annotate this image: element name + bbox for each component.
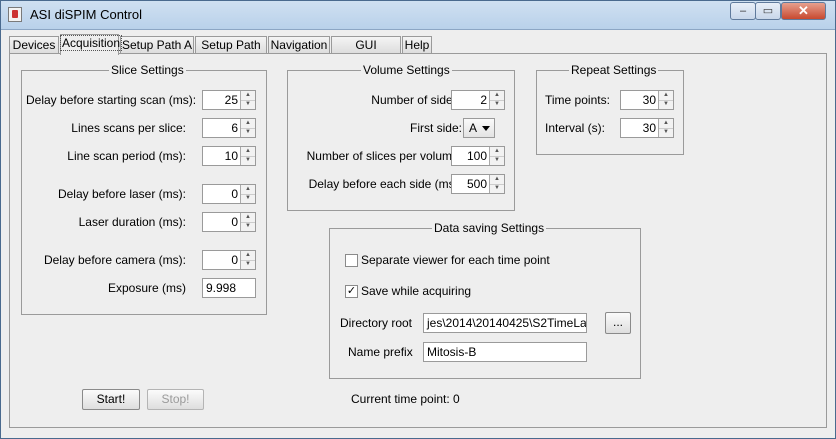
- tab-help[interactable]: Help: [402, 36, 432, 54]
- delay-before-laser-label: Delay before laser (ms):: [57, 187, 186, 201]
- delay-before-side-label: Delay before each side (ms):: [308, 177, 462, 191]
- spinner-down-icon[interactable]: ▼: [241, 128, 255, 137]
- save-while-acquiring-label: Save while acquiring: [361, 284, 472, 298]
- interval-spinner[interactable]: 30 ▲ ▼: [620, 118, 674, 138]
- spinner-down-icon[interactable]: ▼: [241, 100, 255, 109]
- delay-before-camera-value: 0: [231, 253, 238, 267]
- checkmark-icon: ✓: [346, 285, 357, 297]
- line-scan-period-value: 10: [224, 149, 238, 163]
- window-title: ASI diSPIM Control: [30, 7, 142, 22]
- tab-devices[interactable]: Devices: [9, 36, 59, 54]
- close-button[interactable]: ✕: [781, 2, 826, 20]
- maximize-button[interactable]: ▭: [755, 2, 781, 20]
- spinner-down-icon[interactable]: ▼: [490, 184, 504, 193]
- spinner-down-icon[interactable]: ▼: [241, 156, 255, 165]
- slice-settings-group: Slice Settings Delay before starting sca…: [21, 63, 267, 315]
- spinner-down-icon[interactable]: ▼: [241, 260, 255, 269]
- app-icon: [8, 7, 22, 22]
- separate-viewer-label: Separate viewer for each time point: [361, 253, 550, 267]
- lines-per-slice-label: Lines scans per slice:: [71, 121, 186, 135]
- spinner-down-icon[interactable]: ▼: [241, 222, 255, 231]
- title-bar[interactable]: ASI diSPIM Control – ▭ ✕: [1, 1, 835, 30]
- interval-label: Interval (s):: [545, 121, 606, 135]
- line-scan-period-spinner[interactable]: 10 ▲ ▼: [202, 146, 256, 166]
- start-button[interactable]: Start!: [82, 389, 140, 410]
- delay-before-side-spinner[interactable]: 500 ▲ ▼: [451, 174, 505, 194]
- interval-value: 30: [642, 121, 656, 135]
- data-saving-title: Data saving Settings: [432, 221, 547, 235]
- spinner-down-icon[interactable]: ▼: [490, 100, 504, 109]
- laser-duration-value: 0: [231, 215, 238, 229]
- time-points-label: Time points:: [545, 93, 610, 107]
- lines-per-slice-spinner[interactable]: 6 ▲ ▼: [202, 118, 256, 138]
- volume-settings-group: Volume Settings Number of sides: 2 ▲ ▼ Fi…: [287, 63, 515, 211]
- lines-per-slice-value: 6: [231, 121, 238, 135]
- number-of-sides-label: Number of sides:: [371, 93, 462, 107]
- number-of-sides-spinner[interactable]: 2 ▲ ▼: [451, 90, 505, 110]
- delay-before-scan-label: Delay before starting scan (ms):: [26, 93, 197, 107]
- delay-before-side-value: 500: [466, 177, 487, 191]
- time-points-value: 30: [642, 93, 656, 107]
- delay-before-scan-value: 25: [224, 93, 238, 107]
- exposure-field[interactable]: 9.998: [202, 278, 256, 298]
- delay-before-laser-spinner[interactable]: 0 ▲ ▼: [202, 184, 256, 204]
- delay-before-camera-spinner[interactable]: 0 ▲ ▼: [202, 250, 256, 270]
- browse-button[interactable]: ...: [605, 312, 631, 334]
- minimize-button[interactable]: –: [730, 2, 756, 20]
- laser-duration-label: Laser duration (ms):: [78, 215, 186, 229]
- spinner-down-icon[interactable]: ▼: [490, 156, 504, 165]
- laser-duration-spinner[interactable]: 0 ▲ ▼: [202, 212, 256, 232]
- spinner-down-icon[interactable]: ▼: [659, 128, 673, 137]
- first-side-value: A: [469, 121, 478, 135]
- tab-setup-path-b[interactable]: Setup Path B: [195, 36, 267, 69]
- separate-viewer-checkbox[interactable]: [345, 254, 358, 267]
- tab-acquisition[interactable]: Acquisition: [59, 34, 123, 55]
- repeat-settings-title: Repeat Settings: [569, 63, 659, 77]
- current-time-point-status: Current time point: 0: [351, 392, 460, 406]
- delay-before-laser-value: 0: [231, 187, 238, 201]
- directory-root-field[interactable]: jes\2014\20140425\S2TimeLapse: [423, 313, 587, 333]
- tab-setup-path-a[interactable]: Setup Path A: [120, 36, 194, 54]
- slices-per-volume-spinner[interactable]: 100 ▲ ▼: [451, 146, 505, 166]
- spinner-down-icon[interactable]: ▼: [659, 100, 673, 109]
- directory-root-label: Directory root: [340, 316, 413, 330]
- slice-settings-title: Slice Settings: [109, 63, 186, 77]
- repeat-settings-group: Repeat Settings Time points: 30 ▲ ▼ Inter…: [536, 63, 684, 155]
- line-scan-period-label: Line scan period (ms):: [67, 149, 186, 163]
- acquisition-panel: Slice Settings Delay before starting sca…: [9, 53, 827, 428]
- name-prefix-field[interactable]: Mitosis-B: [423, 342, 587, 362]
- first-side-select[interactable]: A: [463, 118, 495, 138]
- slices-per-volume-label: Number of slices per volume:: [306, 149, 462, 163]
- tab-navigation[interactable]: Navigation: [268, 36, 330, 54]
- chevron-down-icon: [482, 126, 490, 131]
- app-window: ASI diSPIM Control – ▭ ✕ Devices Acquisi…: [0, 0, 836, 439]
- spinner-down-icon[interactable]: ▼: [241, 194, 255, 203]
- first-side-label: First side:: [409, 121, 462, 135]
- name-prefix-label: Name prefix: [348, 345, 413, 359]
- tab-gui-settings[interactable]: GUI Settings: [331, 36, 401, 69]
- exposure-label: Exposure (ms): [107, 281, 186, 295]
- number-of-sides-value: 2: [480, 93, 487, 107]
- stop-button[interactable]: Stop!: [147, 389, 204, 410]
- save-while-acquiring-checkbox[interactable]: ✓: [345, 285, 358, 298]
- volume-settings-title: Volume Settings: [361, 63, 452, 77]
- slices-per-volume-value: 100: [466, 149, 487, 163]
- delay-before-scan-spinner[interactable]: 25 ▲ ▼: [202, 90, 256, 110]
- time-points-spinner[interactable]: 30 ▲ ▼: [620, 90, 674, 110]
- data-saving-group: Data saving Settings Separate viewer for…: [329, 221, 641, 379]
- delay-before-camera-label: Delay before camera (ms):: [43, 253, 186, 267]
